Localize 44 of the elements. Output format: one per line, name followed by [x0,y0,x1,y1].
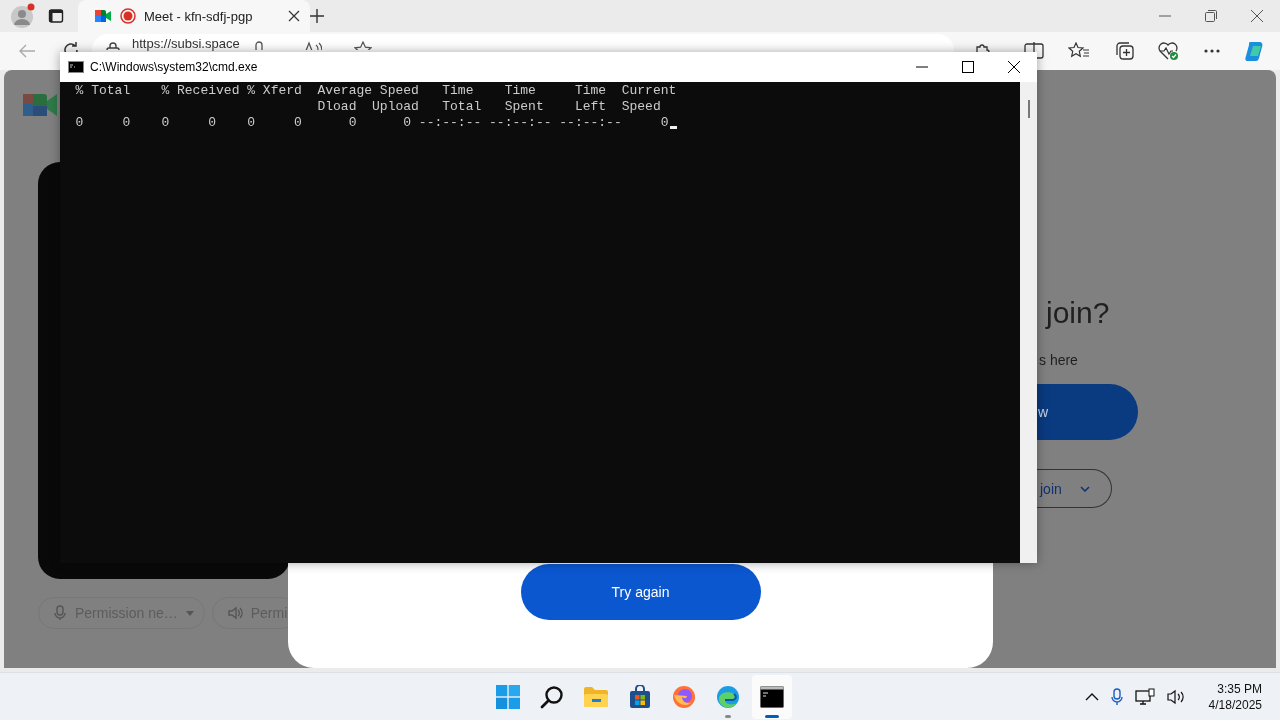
video-camera-icon [94,8,112,24]
clock-date[interactable]: 4/18/2025 [1208,696,1262,713]
folder-icon[interactable] [583,685,609,708]
speaker-icon[interactable] [1166,688,1185,705]
speaker-icon [226,605,243,621]
collections-icon[interactable] [1114,41,1134,61]
chevron-up-icon[interactable] [1084,692,1099,701]
address-bar[interactable]: https://subsi.space [92,34,954,52]
browser-tab[interactable]: Meet - kfn-sdfj-pgp [78,0,310,32]
join-subtext: s here [1039,352,1078,368]
window-title: C:\Windows\system32\cmd.exe [90,60,258,74]
windows-logo-icon[interactable] [496,684,520,709]
store-bag-icon[interactable] [628,684,652,709]
close-icon[interactable] [288,10,300,22]
try-again-button[interactable]: Try again [520,564,761,620]
browser-icon[interactable] [716,684,740,709]
favorites-icon[interactable] [1068,42,1090,60]
console-line: % Total % Received % Xferd Average Speed Time Time Time Current [74,83,677,99]
search-icon[interactable] [540,684,564,709]
more-icon[interactable] [1204,49,1220,53]
console-line: 0 0 0 0 0 0 0 0 --:--:-- --:--:-- --:--:-- 0 [74,115,669,131]
text-cursor [669,126,677,129]
maximize-icon[interactable] [962,61,974,73]
primary-action-button[interactable]: w [1037,384,1138,440]
browser-icon[interactable] [672,684,696,709]
star-icon[interactable] [353,41,372,50]
chevron-down-icon [1079,485,1090,492]
scrollbar[interactable] [1020,82,1037,563]
terminal-icon[interactable] [760,685,784,708]
new-tab-icon[interactable] [310,9,324,23]
close-icon[interactable] [1008,61,1020,73]
heart-pulse-icon[interactable] [1158,41,1180,61]
console-line: Dload Upload Total Spent Left Speed [316,99,661,115]
record-icon [120,8,136,24]
taskbar-button[interactable] [752,674,792,719]
terminal-icon [68,61,84,73]
close-icon[interactable] [1251,10,1263,22]
join-heading: join? [1046,296,1110,330]
clock-time[interactable]: 3:35 PM [1217,680,1262,697]
tab-actions-icon[interactable] [48,8,64,24]
profile-avatar-icon[interactable] [10,3,36,29]
dropdown-caret-icon [185,610,194,616]
restore-icon[interactable] [1205,10,1217,22]
network-icon[interactable] [1134,687,1155,706]
